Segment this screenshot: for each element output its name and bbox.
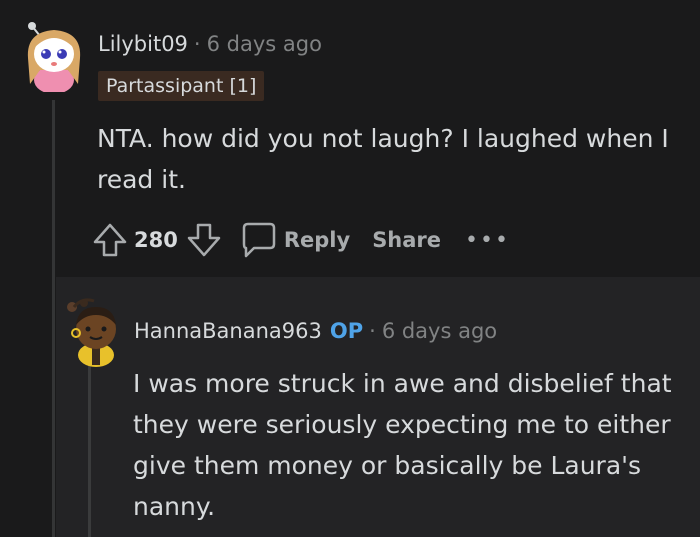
reply-meta: HannaBanana963 OP · 6 days ago xyxy=(134,319,497,343)
arrow-up-outline-icon[interactable] xyxy=(92,220,128,260)
ellipsis-icon[interactable]: ••• xyxy=(465,228,510,253)
arrow-down-outline-icon[interactable] xyxy=(186,220,222,260)
reply-meta-separator: · xyxy=(369,319,376,343)
thread-line[interactable] xyxy=(52,100,55,537)
reply-comment: HannaBanana963 OP · 6 days ago I was more s… xyxy=(56,277,700,537)
reply-button[interactable]: Reply xyxy=(238,220,350,260)
reply-label: Reply xyxy=(283,228,351,252)
user-flair: Partassipant [1] xyxy=(98,71,265,101)
op-badge: OP xyxy=(329,319,364,343)
comment-actions: 280 Reply Share ••• xyxy=(92,218,510,262)
vote-score: 280 xyxy=(134,228,178,252)
comment-meta: Lilybit09 · 6 days ago xyxy=(98,32,322,56)
meta-separator: · xyxy=(193,32,201,56)
reply-body: I was more struck in awe and disbelief t… xyxy=(133,369,672,521)
comment-body: NTA. how did you not laugh? I laughed wh… xyxy=(97,124,669,194)
share-button[interactable]: Share xyxy=(372,228,441,252)
reply-timestamp[interactable]: 6 days ago xyxy=(382,319,497,343)
speech-bubble-icon xyxy=(238,220,278,260)
timestamp[interactable]: 6 days ago xyxy=(207,32,322,56)
reply-avatar[interactable] xyxy=(64,289,128,367)
avatar[interactable] xyxy=(20,18,86,94)
reply-thread-line[interactable] xyxy=(88,362,91,537)
username[interactable]: Lilybit09 xyxy=(98,32,188,56)
reply-username[interactable]: HannaBanana963 xyxy=(134,319,322,343)
